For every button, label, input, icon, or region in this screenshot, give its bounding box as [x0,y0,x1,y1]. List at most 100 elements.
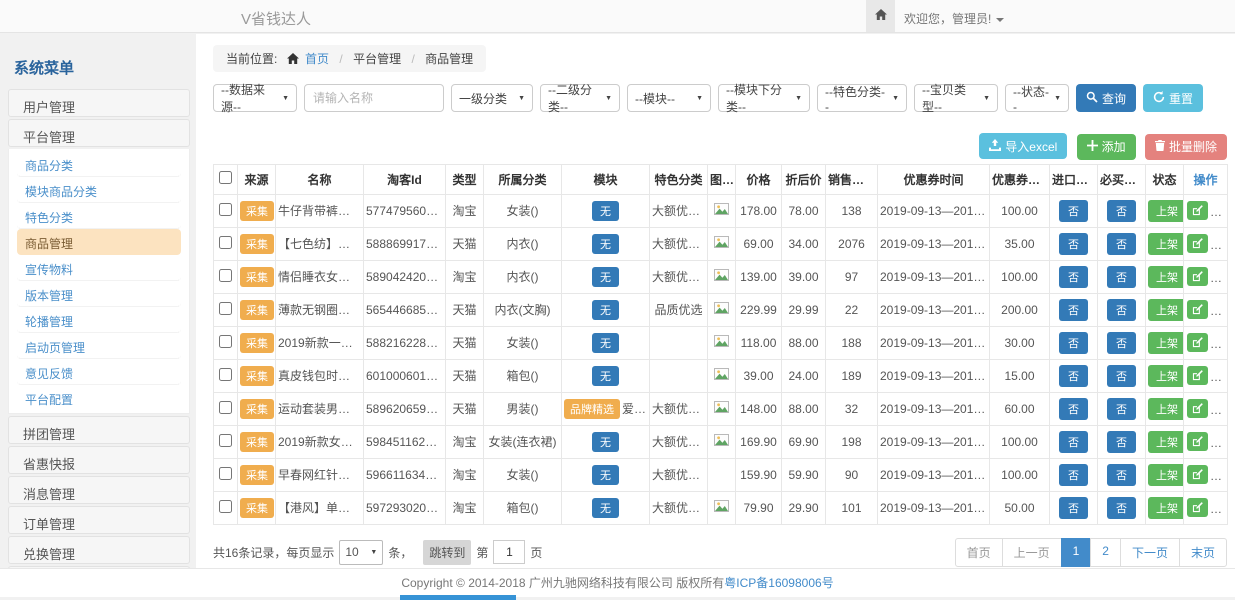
must-buy-toggle[interactable]: 否 [1107,365,1136,387]
sidebar-group-0[interactable]: 用户管理 [8,89,190,117]
home-button[interactable] [866,0,895,32]
sales-count: 90 [826,458,878,491]
status-button[interactable]: 上架 [1148,464,1184,486]
search-button[interactable]: 查询 [1076,84,1136,112]
import-select-toggle[interactable]: 否 [1059,464,1088,486]
import-select-toggle[interactable]: 否 [1059,233,1088,255]
per-page-select[interactable]: 10 ▼ [339,540,383,565]
sidebar-item-1-6[interactable]: 轮播管理 [17,307,181,333]
status-button[interactable]: 上架 [1148,200,1184,222]
row-checkbox[interactable] [219,500,232,513]
sidebar-group-3[interactable]: 省惠快报 [8,446,190,474]
status-button[interactable]: 上架 [1148,497,1184,519]
pager-item-4[interactable]: 下一页 [1120,538,1180,567]
row-checkbox[interactable] [219,401,232,414]
sidebar-item-1-7[interactable]: 启动页管理 [17,333,181,359]
breadcrumb-item-platform[interactable]: 平台管理 [353,52,401,66]
row-checkbox[interactable] [219,269,232,282]
row-checkbox[interactable] [219,467,232,480]
page-number-input[interactable] [493,540,525,564]
status-button[interactable]: 上架 [1148,431,1184,453]
edit-button[interactable] [1187,333,1208,352]
row-checkbox[interactable] [219,236,232,249]
pager-item-1[interactable]: 上一页 [1002,538,1062,567]
status-button[interactable]: 上架 [1148,233,1184,255]
pager-item-5[interactable]: 末页 [1179,538,1227,567]
import-select-toggle[interactable]: 否 [1059,299,1088,321]
select-all-checkbox[interactable] [219,171,232,184]
must-buy-toggle[interactable]: 否 [1107,299,1136,321]
add-button[interactable]: 添加 [1077,134,1136,160]
edit-button[interactable] [1187,201,1208,220]
edit-button[interactable] [1187,399,1208,418]
must-buy-toggle[interactable]: 否 [1107,497,1136,519]
sidebar-group-1[interactable]: 平台管理 [8,119,190,147]
status-select[interactable]: --状态--▼ [1005,84,1069,112]
status-button[interactable]: 上架 [1148,365,1184,387]
import-select-toggle[interactable]: 否 [1059,398,1088,420]
edit-button[interactable] [1187,432,1208,451]
sidebar-item-1-8[interactable]: 意见反馈 [17,359,181,385]
add-button-label: 添加 [1102,138,1126,155]
must-buy-toggle[interactable]: 否 [1107,200,1136,222]
sidebar-item-1-5[interactable]: 版本管理 [17,281,181,307]
must-buy-toggle[interactable]: 否 [1107,266,1136,288]
status-button[interactable]: 上架 [1148,299,1184,321]
import-select-toggle[interactable]: 否 [1059,266,1088,288]
name-search-input[interactable] [304,84,444,112]
user-menu[interactable]: 欢迎您，管理员! [904,10,1004,27]
level1-category-select[interactable]: 一级分类▼ [451,84,533,112]
sidebar-item-1-9[interactable]: 平台配置 [17,385,181,411]
batch-delete-button[interactable]: 批量删除 [1145,134,1227,160]
must-buy-toggle[interactable]: 否 [1107,398,1136,420]
edit-button[interactable] [1187,300,1208,319]
breadcrumb-home-link[interactable]: 首页 [305,52,329,66]
import-select-toggle[interactable]: 否 [1059,431,1088,453]
import-select-toggle[interactable]: 否 [1059,365,1088,387]
feature-category-select[interactable]: --特色分类--▼ [817,84,907,112]
pager-item-2[interactable]: 1 [1061,538,1092,567]
status-button[interactable]: 上架 [1148,266,1184,288]
pager-item-3[interactable]: 2 [1090,538,1121,567]
module-select[interactable]: --模块--▼ [627,84,711,112]
edit-button[interactable] [1187,267,1208,286]
status-button[interactable]: 上架 [1148,398,1184,420]
row-checkbox[interactable] [219,302,232,315]
sidebar-item-1-3[interactable]: 商品管理 [17,229,181,255]
status-button[interactable]: 上架 [1148,332,1184,354]
row-checkbox[interactable] [219,434,232,447]
row-checkbox[interactable] [219,368,232,381]
row-checkbox[interactable] [219,335,232,348]
edit-button[interactable] [1187,234,1208,253]
breadcrumb-item-goods[interactable]: 商品管理 [425,52,473,66]
sidebar-item-1-1[interactable]: 模块商品分类 [17,177,181,203]
jump-button[interactable]: 跳转到 [423,540,471,565]
item-type-select[interactable]: --宝贝类型--▼ [914,84,998,112]
import-excel-button[interactable]: 导入excel [979,133,1067,159]
sidebar-item-1-4[interactable]: 宣传物料 [17,255,181,281]
module-sub-category-select[interactable]: --模块下分类--▼ [718,84,810,112]
sidebar-group-4[interactable]: 消息管理 [8,476,190,504]
edit-button[interactable] [1187,498,1208,517]
data-source-select[interactable]: --数据来源--▼ [213,84,297,112]
import-select-toggle[interactable]: 否 [1059,497,1088,519]
sidebar-item-1-0[interactable]: 商品分类 [17,151,181,177]
icp-link[interactable]: 粤ICP备16098006号 [724,576,833,590]
import-select-toggle[interactable]: 否 [1059,200,1088,222]
pager-item-0[interactable]: 首页 [955,538,1003,567]
sidebar-item-1-2[interactable]: 特色分类 [17,203,181,229]
reset-button[interactable]: 重置 [1143,84,1203,112]
sidebar-group-5[interactable]: 订单管理 [8,506,190,534]
must-buy-toggle[interactable]: 否 [1107,431,1136,453]
row-checkbox[interactable] [219,203,232,216]
sidebar-group-6[interactable]: 兑换管理 [8,536,190,564]
edit-button[interactable] [1187,366,1208,385]
sidebar-group-2[interactable]: 拼团管理 [8,416,190,444]
must-buy-toggle[interactable]: 否 [1107,233,1136,255]
must-buy-toggle[interactable]: 否 [1107,464,1136,486]
import-select-toggle[interactable]: 否 [1059,332,1088,354]
level2-category-select[interactable]: --二级分类--▼ [540,84,620,112]
must-buy-toggle[interactable]: 否 [1107,332,1136,354]
edit-button[interactable] [1187,465,1208,484]
module-cell: 无 [562,425,650,458]
